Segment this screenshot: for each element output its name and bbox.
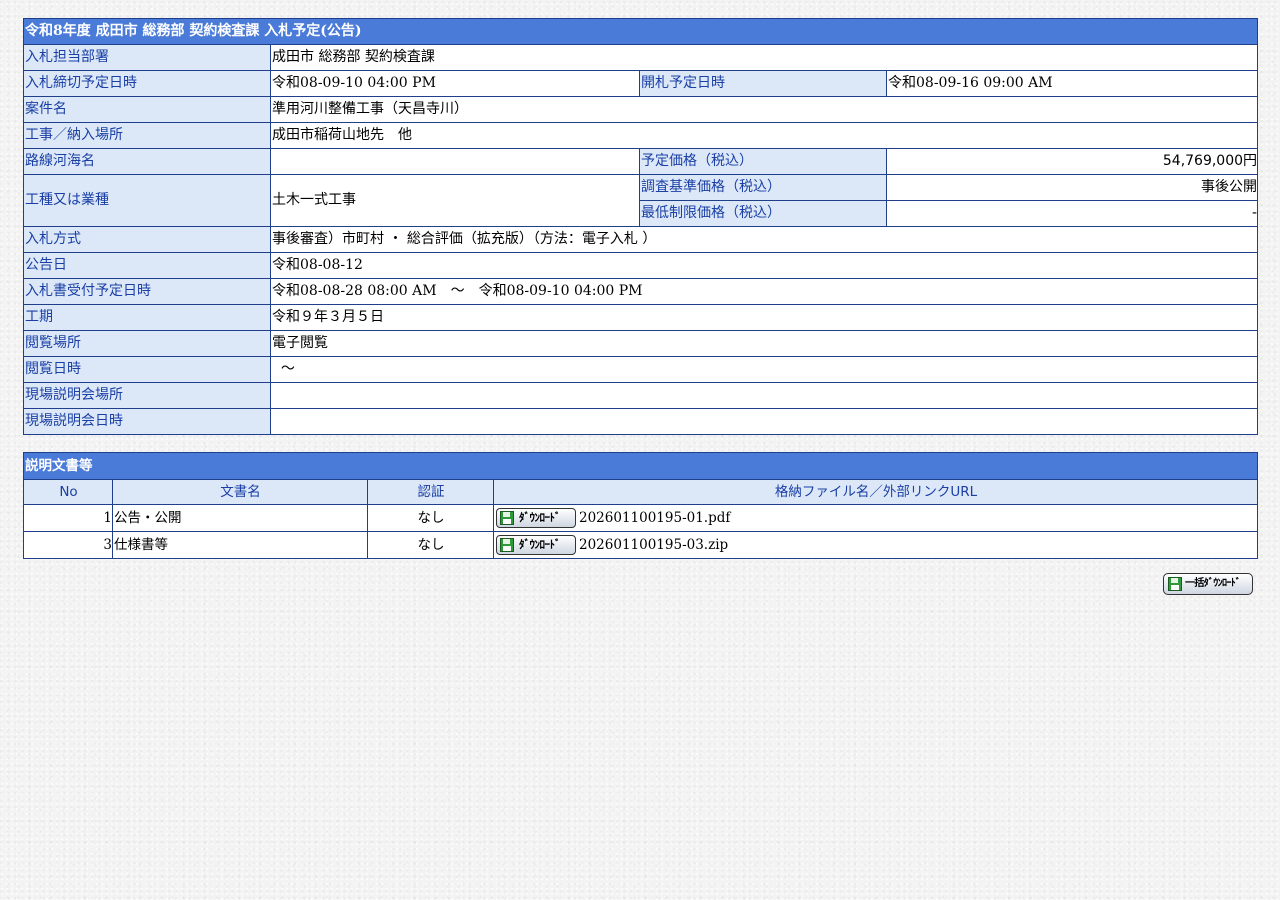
label-project-name: 案件名 (23, 96, 271, 123)
value-accept-period: 令和08-08-28 08:00 AM ～ 令和08-09-10 04:00 P… (269, 278, 1259, 305)
row-deadline: 入札締切予定日時 令和08-09-10 04:00 PM 開札予定日時 令和08… (23, 70, 1259, 97)
value-method: 事後審査）市町村 ・ 総合評価（拡充版）（方法：電子入札 ） (269, 226, 1259, 253)
doc-file-cell: ﾀﾞｳﾝﾛｰﾄﾞ 202601100195-03.zip (493, 531, 1258, 559)
documents-table: 説明文書等 No 文書名 認証 格納ファイル名／外部リンクURL 1 公告・公開… (23, 452, 1258, 559)
value-opening-date: 令和08-09-16 09:00 AM (885, 70, 1259, 97)
value-view-date: ～ (269, 356, 1259, 383)
label-category: 工種又は業種 (23, 174, 271, 227)
download-button[interactable]: ﾀﾞｳﾝﾛｰﾄﾞ (496, 535, 576, 555)
row-site-date: 現場説明会日時 (23, 408, 1259, 435)
bid-info-table: 令和8年度 成田市 総務部 契約検査課 入札予定(公告) 入札担当部署 成田市 … (22, 18, 1259, 435)
label-view-place: 閲覧場所 (23, 330, 271, 357)
label-site-date: 現場説明会日時 (23, 408, 271, 435)
value-estimated-price: 54,769,000円 (885, 148, 1259, 175)
page-container: 令和8年度 成田市 総務部 契約検査課 入札予定(公告) 入札担当部署 成田市 … (22, 18, 1259, 559)
label-view-date: 閲覧日時 (23, 356, 271, 383)
download-button[interactable]: ﾀﾞｳﾝﾛｰﾄﾞ (496, 508, 576, 528)
value-survey-price: 事後公開 (885, 174, 1259, 201)
header-file: 格納ファイル名／外部リンクURL (493, 479, 1258, 505)
value-term: 令和９年３月５日 (269, 304, 1259, 331)
label-route: 路線河海名 (23, 148, 271, 175)
row-announce-date: 公告日 令和08-08-12 (23, 252, 1259, 279)
doc-name: 仕様書等 (112, 531, 368, 559)
label-method: 入札方式 (23, 226, 271, 253)
bulk-download-label: 一括ﾀﾞｳﾝﾛｰﾄﾞ (1185, 578, 1241, 589)
label-department: 入札担当部署 (23, 44, 271, 71)
download-button-label: ﾀﾞｳﾝﾛｰﾄﾞ (519, 511, 561, 524)
row-view-place: 閲覧場所 電子閲覧 (23, 330, 1259, 357)
value-min-price: - (885, 200, 1259, 227)
row-method: 入札方式 事後審査）市町村 ・ 総合評価（拡充版）（方法：電子入札 ） (23, 226, 1259, 253)
value-project-name: 準用河川整備工事（天昌寺川） (269, 96, 1259, 123)
label-estimated-price: 予定価格（税込） (639, 148, 887, 175)
doc-name: 公告・公開 (112, 504, 368, 532)
doc-no: 1 (23, 504, 113, 532)
label-announce-date: 公告日 (23, 252, 271, 279)
row-route: 路線河海名 予定価格（税込） 54,769,000円 (23, 148, 1259, 175)
value-view-place: 電子閲覧 (269, 330, 1259, 357)
label-site-place: 現場説明会場所 (23, 382, 271, 409)
label-opening-date: 開札予定日時 (639, 70, 887, 97)
value-site-place (269, 382, 1259, 409)
value-category: 土木一式工事 (270, 174, 640, 227)
floppy-disk-icon (500, 511, 514, 525)
header-doc-name: 文書名 (112, 479, 368, 505)
bid-info-title-row: 令和8年度 成田市 総務部 契約検査課 入札予定(公告) (22, 18, 1259, 45)
documents-title-row: 説明文書等 (23, 452, 1258, 480)
header-auth: 認証 (367, 479, 494, 505)
download-button-label: ﾀﾞｳﾝﾛｰﾄﾞ (519, 538, 561, 551)
doc-auth: なし (367, 504, 494, 532)
table-row: 3 仕様書等 なし ﾀﾞｳﾝﾛｰﾄﾞ 202601100195-03.zip (23, 531, 1258, 559)
row-department: 入札担当部署 成田市 総務部 契約検査課 (23, 44, 1259, 71)
row-site-place: 現場説明会場所 (23, 382, 1259, 409)
row-accept-period: 入札書受付予定日時 令和08-08-28 08:00 AM ～ 令和08-09-… (23, 278, 1259, 305)
row-category: 工種又は業種 土木一式工事 調査基準価格（税込） 事後公開 (23, 174, 1259, 227)
doc-file-cell: ﾀﾞｳﾝﾛｰﾄﾞ 202601100195-01.pdf (493, 504, 1258, 532)
value-location: 成田市稲荷山地先 他 (269, 122, 1259, 149)
floppy-disk-icon (1168, 577, 1182, 591)
floppy-disk-icon (500, 538, 514, 552)
doc-file-name: 202601100195-03.zip (579, 537, 729, 553)
label-min-price: 最低制限価格（税込） (639, 200, 887, 227)
page-title: 令和8年度 成田市 総務部 契約検査課 入札予定(公告) (22, 18, 1259, 45)
doc-auth: なし (367, 531, 494, 559)
label-accept-period: 入札書受付予定日時 (23, 278, 271, 305)
value-site-date (269, 408, 1259, 435)
label-term: 工期 (23, 304, 271, 331)
label-survey-price: 調査基準価格（税込） (639, 174, 887, 201)
label-location: 工事／納入場所 (23, 122, 271, 149)
value-announce-date: 令和08-08-12 (269, 252, 1259, 279)
row-view-date: 閲覧日時 ～ (23, 356, 1259, 383)
row-location: 工事／納入場所 成田市稲荷山地先 他 (23, 122, 1259, 149)
doc-no: 3 (23, 531, 113, 559)
doc-file-name: 202601100195-01.pdf (579, 510, 731, 526)
row-project-name: 案件名 準用河川整備工事（天昌寺川） (23, 96, 1259, 123)
documents-header-row: No 文書名 認証 格納ファイル名／外部リンクURL (23, 479, 1258, 505)
value-route (270, 148, 640, 175)
bulk-download-button[interactable]: 一括ﾀﾞｳﾝﾛｰﾄﾞ (1163, 573, 1253, 595)
value-deadline: 令和08-09-10 04:00 PM (270, 70, 640, 97)
table-row: 1 公告・公開 なし ﾀﾞｳﾝﾛｰﾄﾞ 202601100195-01.pdf (23, 504, 1258, 532)
header-no: No (23, 479, 113, 505)
bulk-download-area: 一括ﾀﾞｳﾝﾛｰﾄﾞ (1163, 573, 1253, 595)
documents-title: 説明文書等 (23, 452, 1258, 480)
label-deadline: 入札締切予定日時 (23, 70, 271, 97)
value-department: 成田市 総務部 契約検査課 (269, 44, 1259, 71)
row-term: 工期 令和９年３月５日 (23, 304, 1259, 331)
